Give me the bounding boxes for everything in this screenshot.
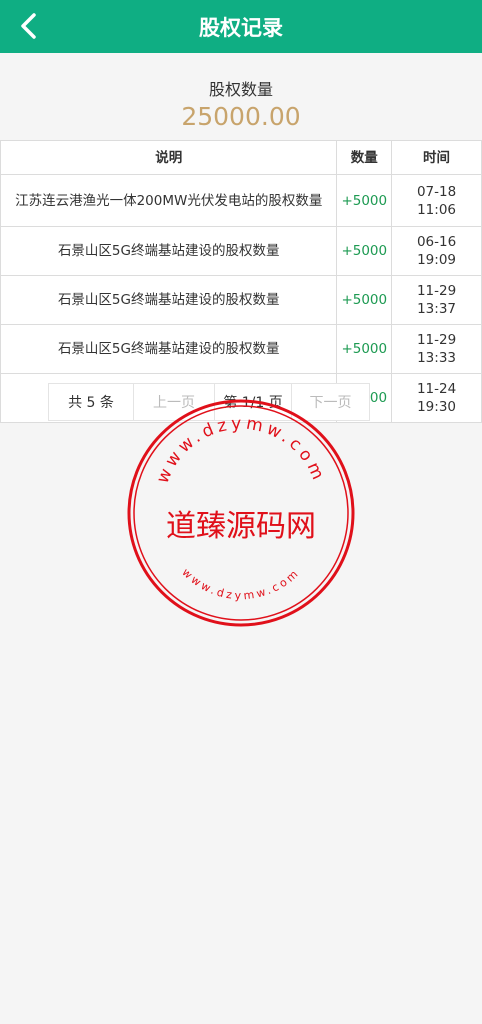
equity-summary: 股权数量 25000.00 — [0, 76, 482, 131]
table-header-row: 说明 数量 时间 — [0, 140, 482, 175]
row-desc: 石景山区5G终端基站建设的股权数量 — [0, 226, 338, 276]
table-row: 石景山区5G终端基站建设的股权数量 +5000 11-29 13:33 — [0, 324, 482, 374]
row-desc: 石景山区5G终端基站建设的股权数量 — [0, 275, 338, 325]
watermark-bottom-url: www.dzymw.com — [179, 566, 302, 603]
pagination-prev-button[interactable]: 上一页 — [134, 384, 215, 420]
pagination-total: 共 5 条 — [49, 384, 134, 420]
pagination-next-button[interactable]: 下一页 — [292, 384, 369, 420]
watermark-stamp: www.dzymw.com 道臻源码网 www.dzymw.com — [127, 399, 355, 627]
column-header-desc: 说明 — [0, 140, 338, 175]
equity-value: 25000.00 — [181, 102, 301, 131]
table-row: 石景山区5G终端基站建设的股权数量 +5000 11-29 13:37 — [0, 275, 482, 325]
row-qty: +5000 — [336, 324, 393, 374]
row-desc: 石景山区5G终端基站建设的股权数量 — [0, 324, 338, 374]
row-time: 07-18 11:06 — [391, 174, 482, 227]
table-row: 江苏连云港渔光一体200MW光伏发电站的股权数量 +5000 07-18 11:… — [0, 174, 482, 227]
row-qty: +5000 — [336, 275, 393, 325]
row-time: 11-29 13:37 — [391, 275, 482, 325]
chevron-left-icon — [21, 13, 36, 39]
row-qty: +5000 — [336, 174, 393, 227]
page-title: 股权记录 — [199, 15, 283, 40]
pagination: 共 5 条 上一页 第 1/1 页 下一页 — [48, 383, 370, 421]
watermark-top-url: www.dzymw.com — [153, 414, 330, 487]
row-time: 11-24 19:30 — [391, 373, 482, 423]
column-header-time: 时间 — [391, 140, 482, 175]
app-header: 股权记录 — [0, 0, 482, 53]
watermark-text: 道臻源码网 — [166, 509, 316, 544]
table-row: 石景山区5G终端基站建设的股权数量 +5000 06-16 19:09 — [0, 226, 482, 276]
row-time: 11-29 13:33 — [391, 324, 482, 374]
row-time: 06-16 19:09 — [391, 226, 482, 276]
back-button[interactable] — [14, 10, 46, 42]
records-table: 说明 数量 时间 江苏连云港渔光一体200MW光伏发电站的股权数量 +5000 … — [0, 140, 482, 423]
column-header-qty: 数量 — [336, 140, 393, 175]
pagination-current: 第 1/1 页 — [215, 384, 292, 420]
equity-label: 股权数量 — [208, 80, 273, 99]
row-qty: +5000 — [336, 226, 393, 276]
row-desc: 江苏连云港渔光一体200MW光伏发电站的股权数量 — [0, 174, 338, 227]
